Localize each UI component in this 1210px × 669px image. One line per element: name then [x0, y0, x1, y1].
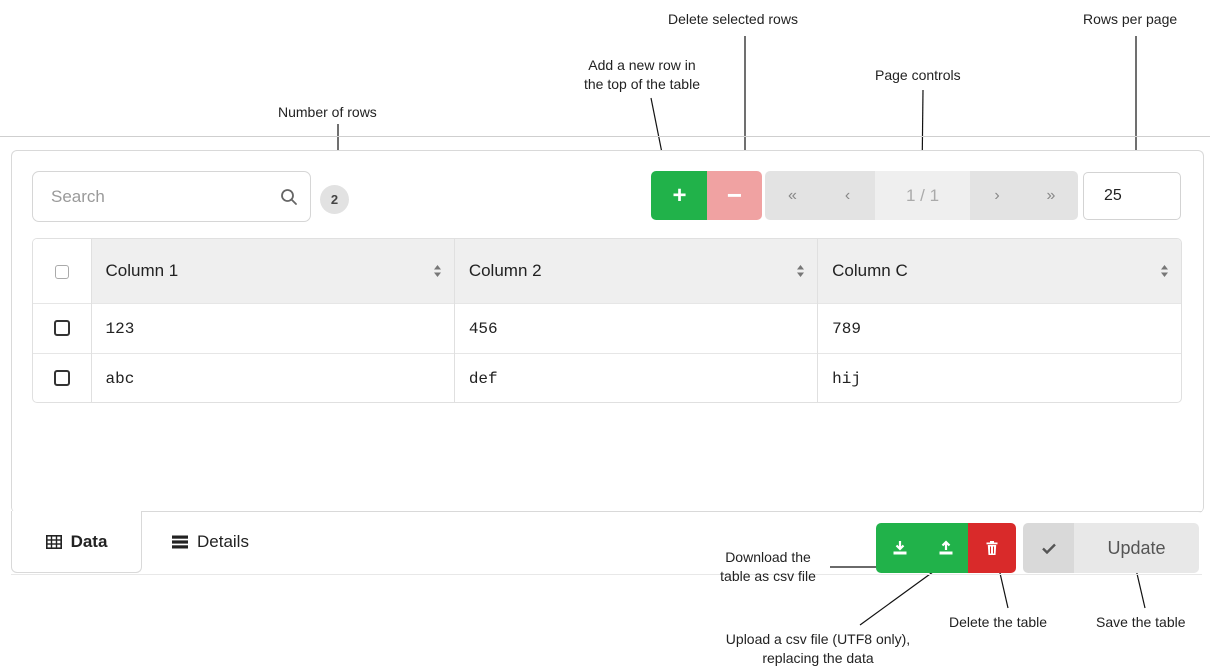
minus-icon: − [726, 180, 743, 210]
column-header-2[interactable]: Column 2 [453, 239, 818, 304]
trash-icon [986, 541, 998, 555]
column-header-label: Column C [832, 261, 908, 280]
page-info: 1 / 1 [875, 171, 970, 220]
next-page-button[interactable]: › [970, 171, 1024, 220]
tab-details[interactable]: Details [172, 511, 249, 573]
annotation-upload-line1: Upload a csv file (UTF8 only), [725, 631, 911, 647]
download-csv-button[interactable] [876, 523, 923, 573]
details-icon [172, 535, 188, 549]
search-icon[interactable] [280, 188, 298, 206]
plus-icon: + [672, 181, 687, 209]
add-row-button[interactable]: + [651, 171, 708, 220]
column-header-label: Column 2 [468, 261, 542, 280]
table-row: 123 456 789 [33, 303, 1181, 354]
row-checkbox[interactable] [53, 320, 70, 337]
annotation-download-line2: table as csv file [720, 568, 816, 584]
column-header-label: Column 1 [105, 261, 179, 280]
table-row: abc def hij [33, 353, 1181, 402]
annotation-download-line1: Download the [725, 549, 811, 565]
annotation-delete-selected: Delete selected rows [668, 11, 798, 27]
data-table: Column 1 Column 2 Column C 123 456 789 a… [32, 238, 1182, 403]
check-icon-box [1023, 523, 1074, 573]
tab-bar-divider [142, 511, 1202, 512]
row-checkbox[interactable] [53, 370, 70, 387]
annotation-add-row-line2: the top of the table [584, 76, 700, 92]
rows-per-page-input[interactable] [1083, 172, 1181, 220]
last-page-button[interactable]: » [1024, 171, 1078, 220]
select-all-cell [33, 239, 91, 304]
table-cell[interactable]: 123 [90, 303, 455, 354]
upload-icon [939, 540, 952, 555]
sort-icon[interactable] [433, 264, 442, 278]
annotation-page-controls: Page controls [875, 67, 961, 83]
update-button[interactable]: Update [1023, 523, 1199, 573]
annotation-add-row: Add a new row in the top of the table [571, 56, 713, 94]
select-all-checkbox[interactable] [54, 264, 69, 279]
row-select-cell [33, 303, 91, 354]
tab-data-label: Data [70, 531, 108, 551]
row-count-badge: 2 [320, 185, 349, 214]
annotation-add-row-line1: Add a new row in [588, 57, 696, 73]
first-page-button[interactable]: « [765, 171, 820, 220]
update-label: Update [1074, 523, 1199, 573]
download-icon [893, 541, 906, 555]
sort-icon[interactable] [1160, 264, 1169, 278]
tab-data[interactable]: Data [11, 511, 142, 573]
table-cell[interactable]: 789 [817, 303, 1181, 354]
annotation-number-of-rows: Number of rows [278, 104, 377, 120]
column-header-3[interactable]: Column C [817, 239, 1181, 304]
delete-table-button[interactable] [968, 523, 1016, 573]
annotation-download: Download the table as csv file [713, 548, 823, 586]
annotation-save-table: Save the table [1096, 614, 1186, 630]
search-input[interactable] [51, 186, 261, 208]
prev-page-button[interactable]: ‹ [820, 171, 875, 220]
row-select-cell [33, 353, 91, 402]
tab-details-label: Details [197, 532, 249, 551]
delete-selected-rows-button[interactable]: − [707, 171, 762, 220]
table-cell[interactable]: 456 [453, 303, 818, 354]
annotation-upload: Upload a csv file (UTF8 only), replacing… [708, 630, 928, 668]
table-cell[interactable]: hij [817, 353, 1181, 402]
table-cell[interactable]: def [453, 353, 818, 402]
annotation-rows-per-page: Rows per page [1083, 11, 1178, 27]
annotation-upload-line2: replacing the data [762, 650, 874, 666]
annotation-delete-table: Delete the table [949, 614, 1048, 630]
page-controls: « ‹ 1 / 1 › » [765, 171, 1078, 220]
bottom-divider [11, 574, 1202, 575]
table-cell[interactable]: abc [90, 353, 455, 402]
search-box [32, 171, 311, 222]
table-header-row: Column 1 Column 2 Column C [33, 239, 1181, 304]
column-header-1[interactable]: Column 1 [90, 239, 455, 304]
top-divider [0, 136, 1210, 137]
upload-csv-button[interactable] [922, 523, 969, 573]
check-icon [1041, 543, 1056, 554]
sort-icon[interactable] [796, 264, 805, 278]
table-icon [45, 534, 62, 549]
